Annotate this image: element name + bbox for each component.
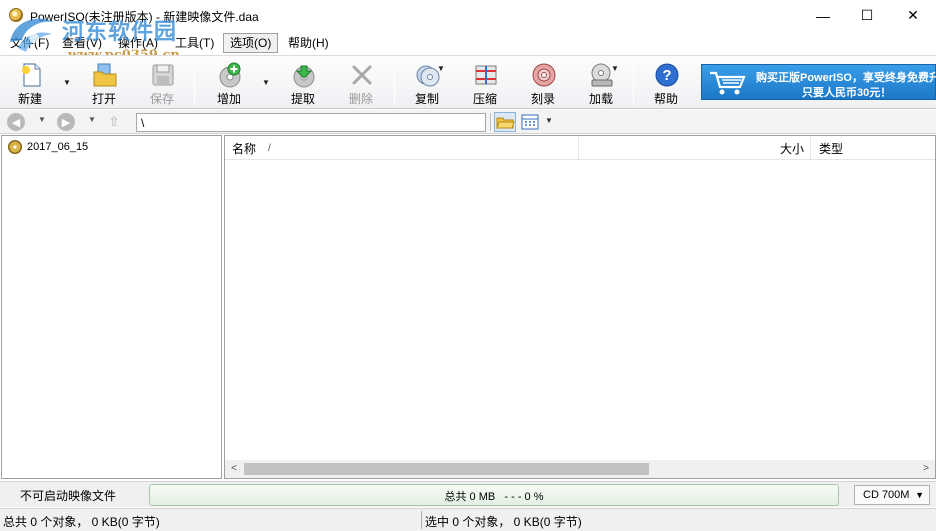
scrollbar-thumb[interactable]	[244, 463, 649, 475]
up-button[interactable]: ⇧	[105, 113, 123, 131]
save-label: 保存	[149, 92, 174, 106]
new-file-icon	[22, 63, 41, 87]
copy-dropdown-icon[interactable]: ▼	[436, 64, 446, 74]
mount-dropdown-icon[interactable]: ▼	[610, 64, 620, 74]
status-total: 总共 0 个对象， 0 KB(0 字节)	[3, 515, 160, 529]
forward-dropdown-icon[interactable]: ▼	[88, 115, 96, 124]
burn-disc-icon	[532, 63, 556, 87]
new-label: 新建	[17, 92, 42, 106]
scroll-right-icon[interactable]: >	[919, 462, 933, 476]
help-button[interactable]: ? 帮助	[640, 58, 692, 108]
open-label: 打开	[91, 92, 116, 106]
status-bar: 总共 0 个对象， 0 KB(0 字节) 选中 0 个对象， 0 KB(0 字节…	[0, 508, 936, 531]
app-icon[interactable]	[9, 8, 23, 22]
column-header-name[interactable]: 名称 /	[225, 136, 579, 160]
delete-label: 删除	[348, 92, 373, 106]
extract-icon	[293, 65, 315, 88]
scroll-left-icon[interactable]: <	[227, 462, 241, 476]
view-mode-icon	[521, 114, 539, 130]
back-icon: ◀	[11, 116, 21, 129]
shopping-cart-icon	[710, 71, 746, 95]
status-divider	[421, 511, 422, 529]
column-header-type[interactable]: 类型	[812, 136, 935, 160]
file-list[interactable]: 名称 / 大小 类型 < >	[224, 135, 936, 479]
open-button[interactable]: 打开	[78, 58, 130, 108]
view-mode-dropdown-icon[interactable]: ▼	[545, 116, 553, 125]
folder-tree[interactable]: 2017_06_15	[1, 135, 222, 479]
svg-text:?: ?	[662, 67, 671, 84]
forward-icon: ▶	[61, 116, 71, 129]
menu-options[interactable]: 选项(O)	[223, 33, 279, 53]
compress-icon	[475, 65, 497, 85]
toolbar-separator	[633, 60, 634, 106]
save-disk-icon	[152, 64, 174, 86]
extract-label: 提取	[290, 92, 315, 106]
capacity-summary: 总共 0 MB - - - 0 %	[444, 491, 544, 503]
delete-icon	[352, 65, 372, 85]
menu-file[interactable]: 文件(F)	[4, 33, 55, 53]
back-button[interactable]: ◀	[7, 113, 25, 131]
banner-line-2: 只要人民币30元！	[802, 87, 892, 99]
burn-button[interactable]: 刻录	[517, 58, 569, 108]
menu-action[interactable]: 操作(A)	[112, 33, 164, 53]
folder-view-button[interactable]	[494, 112, 516, 132]
banner-line-1: 购买正版PowerISO，享受终身免费升	[756, 72, 936, 84]
burn-label: 刻录	[530, 92, 555, 106]
minimize-icon: —	[816, 7, 830, 24]
tree-root-label: 2017_06_15	[27, 141, 89, 153]
mount-label: 加载	[588, 92, 613, 106]
maximize-button[interactable]: ☐	[844, 0, 890, 31]
sort-indicator: /	[268, 143, 271, 154]
up-icon: ⇧	[108, 114, 120, 129]
address-bar: ◀ ▼ ▶ ▼ ⇧ ▼	[0, 110, 936, 134]
horizontal-scrollbar[interactable]: < >	[225, 460, 935, 478]
toolbar-separator	[394, 60, 395, 106]
add-button[interactable]: 增加	[203, 58, 255, 108]
window-title: PowerISO(未注册版本) - 新建映像文件.daa	[30, 10, 259, 24]
disc-type-select[interactable]: CD 700M ▼	[854, 485, 930, 505]
view-mode-button[interactable]	[521, 113, 539, 131]
copy-label: 复制	[414, 92, 439, 106]
compress-button[interactable]: 压缩	[459, 58, 511, 108]
status-selected: 选中 0 个对象， 0 KB(0 字节)	[425, 515, 582, 529]
folder-icon	[496, 117, 515, 129]
add-label: 增加	[216, 92, 241, 106]
capacity-bar: 不可启动映像文件 总共 0 MB - - - 0 % CD 700M ▼	[0, 481, 936, 507]
capacity-gauge: 总共 0 MB - - - 0 %	[149, 484, 839, 506]
minimize-button[interactable]: —	[800, 0, 846, 31]
boot-status: 不可启动映像文件	[20, 489, 117, 503]
open-folder-icon	[93, 63, 117, 87]
back-dropdown-icon[interactable]: ▼	[38, 115, 46, 124]
new-dropdown-icon[interactable]: ▼	[62, 78, 72, 88]
compress-label: 压缩	[472, 92, 497, 106]
maximize-icon: ☐	[860, 7, 874, 23]
new-button[interactable]: 新建	[4, 58, 56, 108]
tree-root-item[interactable]: 2017_06_15	[8, 139, 88, 155]
purchase-banner[interactable]: 购买正版PowerISO，享受终身免费升 只要人民币30元！	[701, 64, 936, 100]
path-input[interactable]	[136, 113, 486, 132]
menu-tools[interactable]: 工具(T)	[169, 33, 220, 53]
title-bar: PowerISO(未注册版本) - 新建映像文件.daa — ☐ ✕	[0, 0, 936, 31]
save-button[interactable]: 保存	[136, 58, 188, 108]
chevron-down-icon: ▼	[915, 490, 924, 500]
close-icon: ✕	[907, 7, 919, 23]
column-header-size[interactable]: 大小	[579, 136, 811, 160]
list-header: 名称 / 大小 类型	[225, 136, 935, 160]
menu-bar: 文件(F) 查看(V) 操作(A) 工具(T) 选项(O) 帮助(H)	[0, 31, 936, 53]
forward-button[interactable]: ▶	[57, 113, 75, 131]
toolbar-separator	[194, 60, 195, 106]
add-dropdown-icon[interactable]: ▼	[261, 78, 271, 88]
close-button[interactable]: ✕	[890, 0, 936, 31]
disc-type-value: CD 700M	[863, 489, 910, 501]
help-icon: ?	[655, 63, 679, 87]
menu-help[interactable]: 帮助(H)	[282, 33, 335, 53]
extract-button[interactable]: 提取	[277, 58, 329, 108]
menu-view[interactable]: 查看(V)	[56, 33, 108, 53]
delete-button[interactable]: 删除	[335, 58, 387, 108]
add-icon	[219, 62, 241, 88]
column-name-label: 名称	[232, 142, 257, 156]
address-separator	[490, 113, 491, 131]
help-label: 帮助	[653, 92, 678, 106]
disc-image-icon	[8, 140, 22, 154]
